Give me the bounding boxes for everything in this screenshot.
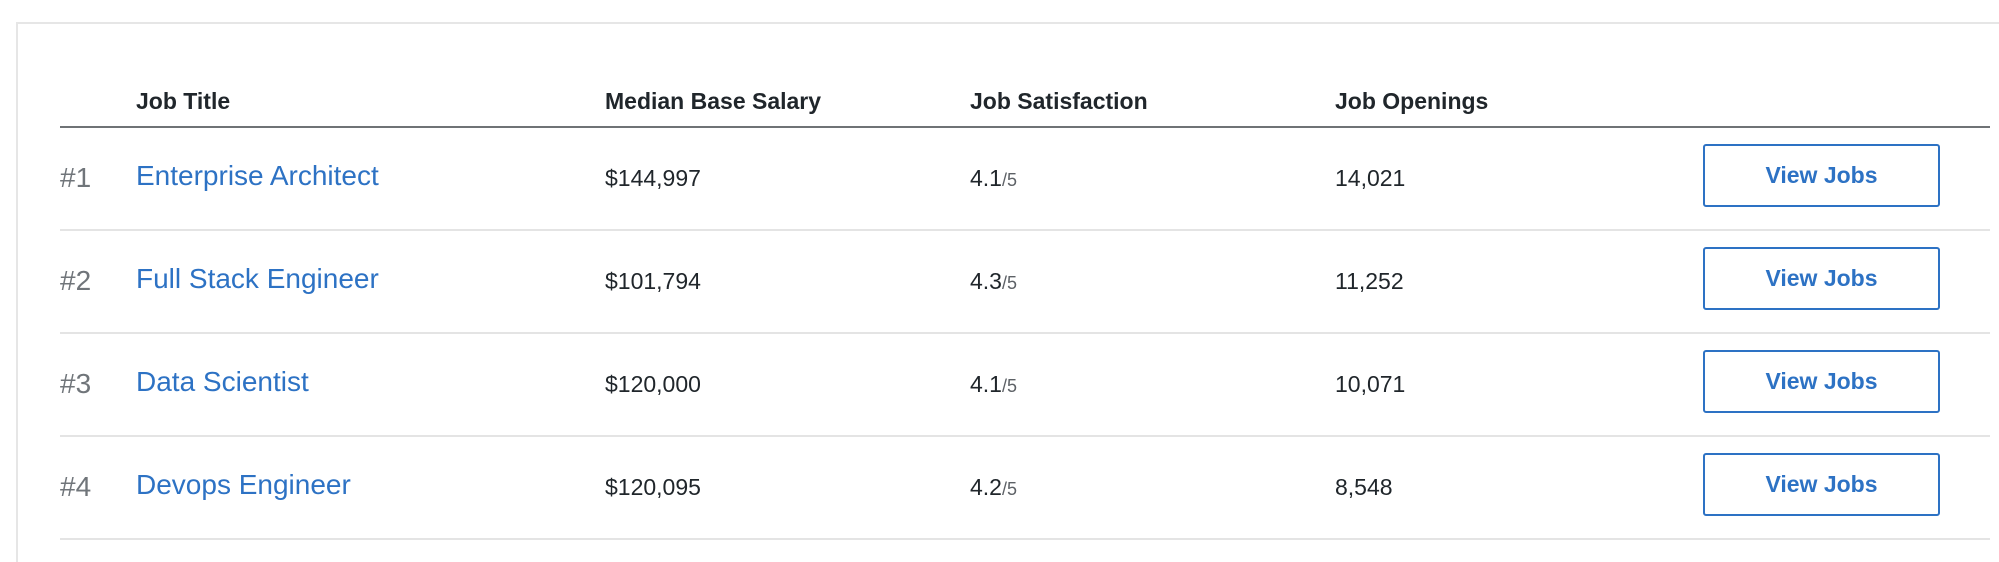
satisfaction-value: 4.1/5 (970, 165, 1017, 192)
header-job-title: Job Title (136, 88, 231, 114)
rank-label: #4 (60, 471, 92, 502)
view-jobs-button[interactable]: View Jobs (1703, 144, 1940, 207)
satisfaction-value: 4.3/5 (970, 268, 1017, 295)
header-median-base-salary: Median Base Salary (605, 88, 822, 114)
rank-label: #1 (60, 162, 92, 193)
job-title-link[interactable]: Enterprise Architect (136, 160, 379, 192)
view-jobs-button[interactable]: View Jobs (1703, 247, 1940, 310)
table-row: #3 Data Scientist $120,000 4.1/5 10,071 … (60, 334, 1990, 437)
job-title-link[interactable]: Full Stack Engineer (136, 263, 379, 295)
salary-value: $144,997 (605, 165, 701, 191)
table-row: #1 Enterprise Architect $144,997 4.1/5 1… (60, 128, 1990, 231)
openings-value: 14,021 (1335, 165, 1406, 191)
openings-value: 11,252 (1335, 268, 1404, 294)
satisfaction-score: 4.3 (970, 268, 1002, 294)
table-header: Job Title Median Base Salary Job Satisfa… (60, 24, 1990, 128)
satisfaction-scale: /5 (1001, 479, 1017, 499)
view-jobs-button[interactable]: View Jobs (1703, 350, 1940, 413)
salary-value: $120,000 (605, 371, 701, 397)
openings-value: 8,548 (1335, 474, 1393, 500)
jobs-table-card: Job Title Median Base Salary Job Satisfa… (16, 22, 1999, 562)
satisfaction-value: 4.1/5 (970, 371, 1017, 398)
satisfaction-score: 4.1 (970, 371, 1002, 397)
rank-label: #2 (60, 265, 92, 296)
salary-value: $101,794 (605, 268, 701, 294)
satisfaction-scale: /5 (1001, 376, 1017, 396)
rank-label: #3 (60, 368, 92, 399)
satisfaction-scale: /5 (1001, 170, 1017, 190)
table-row: #4 Devops Engineer $120,095 4.2/5 8,548 … (60, 437, 1990, 540)
openings-value: 10,071 (1335, 371, 1406, 397)
satisfaction-score: 4.1 (970, 165, 1002, 191)
satisfaction-scale: /5 (1001, 273, 1017, 293)
satisfaction-value: 4.2/5 (970, 474, 1017, 501)
header-job-openings: Job Openings (1335, 88, 1489, 114)
satisfaction-score: 4.2 (970, 474, 1002, 500)
view-jobs-button[interactable]: View Jobs (1703, 453, 1940, 516)
header-job-satisfaction: Job Satisfaction (970, 88, 1148, 114)
table-row: #2 Full Stack Engineer $101,794 4.3/5 11… (60, 231, 1990, 334)
salary-value: $120,095 (605, 474, 701, 500)
job-title-link[interactable]: Devops Engineer (136, 469, 351, 501)
job-title-link[interactable]: Data Scientist (136, 366, 309, 398)
